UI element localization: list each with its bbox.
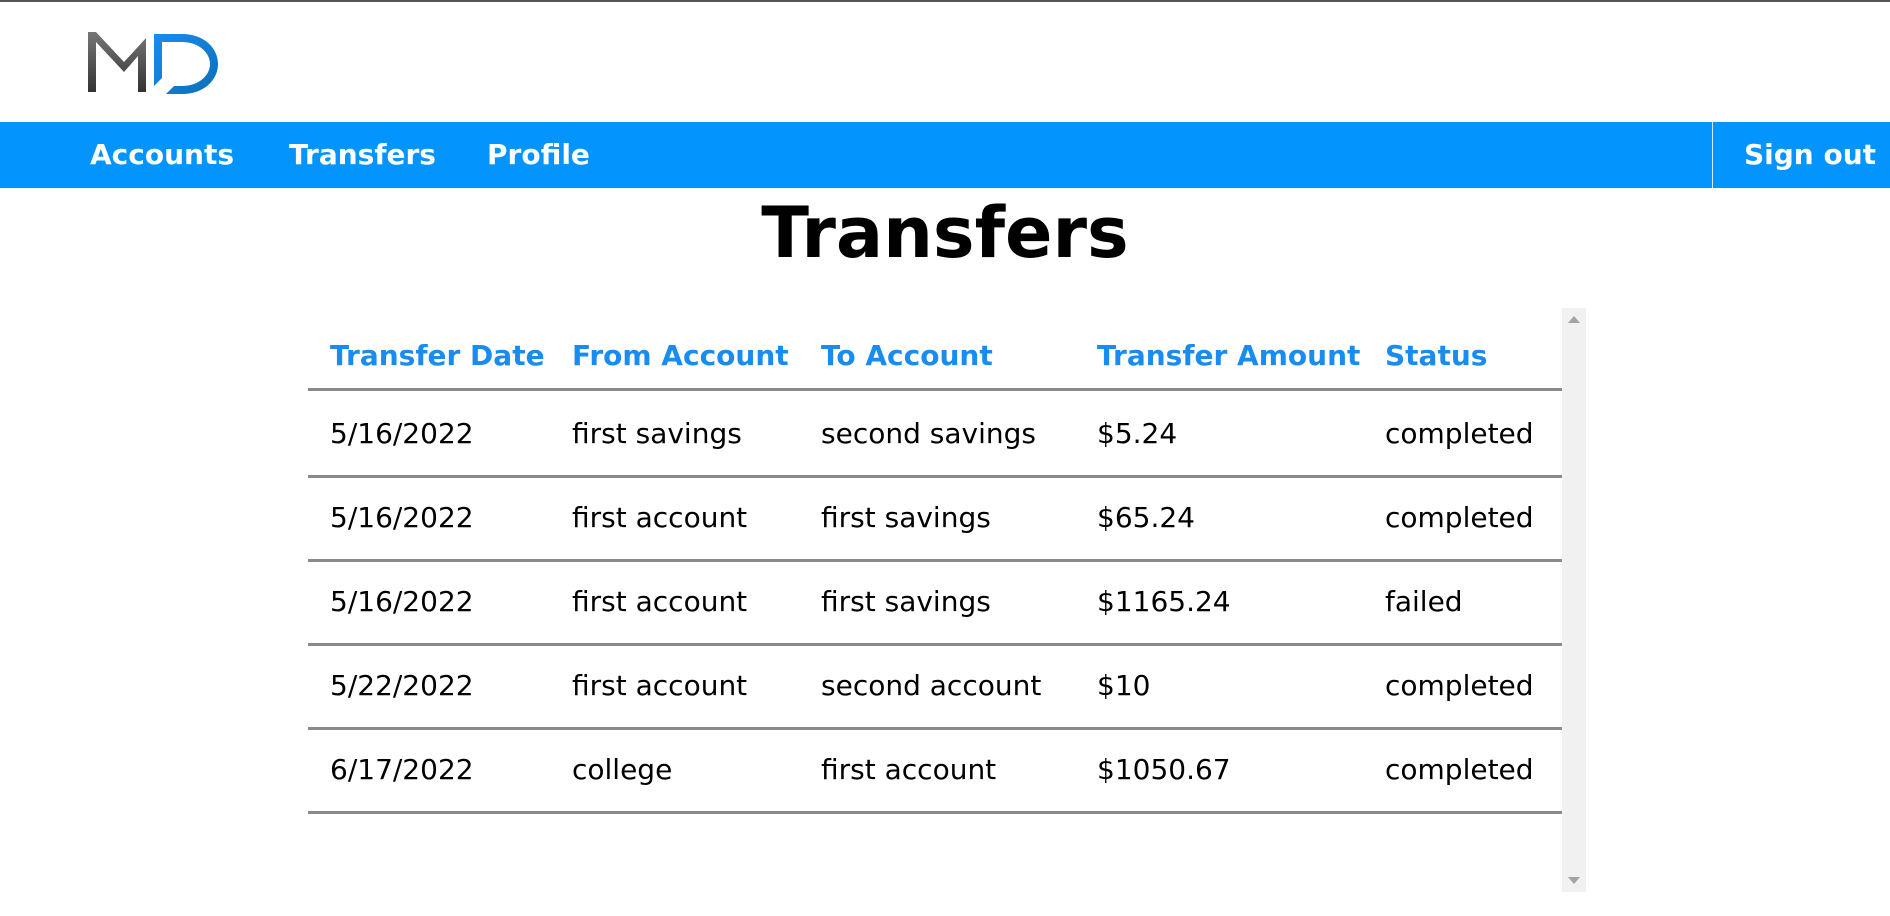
cell-from-account: first account [572, 668, 748, 702]
cell-status: completed [1385, 416, 1534, 450]
cell-transfer-amount: $1050.67 [1097, 752, 1231, 786]
cell-status: completed [1385, 752, 1534, 786]
page-title: Transfers [761, 192, 1129, 274]
cell-transfer-date: 5/16/2022 [330, 584, 474, 618]
cell-transfer-amount: $10 [1097, 668, 1151, 702]
cell-transfer-amount: $65.24 [1097, 500, 1195, 534]
cell-to-account: first savings [821, 500, 991, 534]
nav-divider [1712, 122, 1713, 188]
header-to-account[interactable]: To Account [821, 308, 993, 388]
transfers-table-container: Transfer Date From Account To Account Tr… [308, 308, 1586, 892]
main-navbar: Accounts Transfers Profile Sign out [0, 122, 1890, 188]
cell-transfer-amount: $5.24 [1097, 416, 1178, 450]
table-scrollbar[interactable] [1562, 308, 1586, 892]
header-transfer-date[interactable]: Transfer Date [330, 308, 545, 388]
cell-status: failed [1385, 584, 1463, 618]
scroll-down-arrow-icon[interactable] [1568, 877, 1580, 884]
sign-out-button[interactable]: Sign out [1744, 122, 1876, 188]
cell-transfer-date: 5/22/2022 [330, 668, 474, 702]
table-row[interactable]: 5/16/2022 first savings second savings $… [308, 391, 1562, 478]
header-transfer-amount[interactable]: Transfer Amount [1097, 308, 1360, 388]
nav-accounts[interactable]: Accounts [90, 122, 234, 188]
transfers-table: Transfer Date From Account To Account Tr… [308, 308, 1562, 892]
header [0, 2, 1890, 122]
md-logo[interactable] [88, 32, 220, 96]
cell-status: completed [1385, 500, 1534, 534]
table-header-row: Transfer Date From Account To Account Tr… [308, 308, 1562, 391]
cell-transfer-date: 5/16/2022 [330, 416, 474, 450]
cell-from-account: first account [572, 500, 748, 534]
cell-transfer-amount: $1165.24 [1097, 584, 1231, 618]
table-row[interactable]: 6/17/2022 college first account $1050.67… [308, 727, 1562, 814]
table-row[interactable]: 5/22/2022 first account second account $… [308, 643, 1562, 730]
cell-to-account: second savings [821, 416, 1036, 450]
scroll-up-arrow-icon[interactable] [1568, 316, 1580, 323]
cell-transfer-date: 6/17/2022 [330, 752, 474, 786]
cell-to-account: first account [821, 752, 997, 786]
cell-to-account: first savings [821, 584, 991, 618]
header-status[interactable]: Status [1385, 308, 1487, 388]
cell-from-account: college [572, 752, 673, 786]
cell-from-account: first account [572, 584, 748, 618]
table-row[interactable]: 5/16/2022 first account first savings $1… [308, 559, 1562, 646]
table-row[interactable]: 5/16/2022 first account first savings $6… [308, 475, 1562, 562]
nav-transfers[interactable]: Transfers [289, 122, 436, 188]
cell-transfer-date: 5/16/2022 [330, 500, 474, 534]
header-from-account[interactable]: From Account [572, 308, 789, 388]
cell-status: completed [1385, 668, 1534, 702]
nav-profile[interactable]: Profile [487, 122, 590, 188]
cell-to-account: second account [821, 668, 1042, 702]
cell-from-account: first savings [572, 416, 742, 450]
